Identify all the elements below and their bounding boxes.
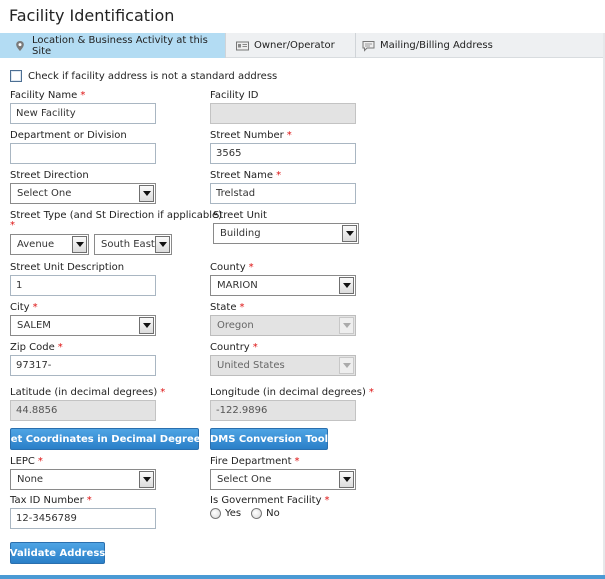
non-standard-address-row: Check if facility address is not a stand… (10, 70, 277, 82)
tax-id-input[interactable]: 12-3456789 (10, 508, 156, 529)
street-direction-select[interactable]: Select One (10, 183, 156, 204)
facility-name-input[interactable]: New Facility (10, 103, 156, 124)
page-title: Facility Identification (9, 6, 175, 25)
select-value: United States (217, 360, 285, 371)
chevron-down-icon[interactable] (339, 277, 354, 294)
street-type-direction-select[interactable]: South East (94, 234, 172, 255)
government-facility-label: Is Government Facility * (210, 495, 330, 506)
select-value: South East (101, 239, 155, 250)
chevron-down-icon[interactable] (72, 236, 87, 253)
department-input[interactable] (10, 143, 156, 164)
latitude-input: 44.8856 (10, 400, 156, 421)
chevron-down-icon[interactable] (139, 317, 154, 334)
street-type-select[interactable]: Avenue (10, 234, 89, 255)
chevron-down-icon[interactable] (339, 471, 354, 488)
lepc-select[interactable]: None (10, 469, 156, 490)
latitude-label: Latitude (in decimal degrees) * (10, 387, 166, 398)
dms-conversion-button[interactable]: DMS Conversion Tool (210, 428, 328, 450)
state-label: State * (210, 302, 245, 313)
select-value: Select One (17, 188, 72, 199)
validate-address-button[interactable]: Validate Address (10, 542, 105, 564)
id-card-icon (236, 40, 249, 52)
city-label: City * (10, 302, 38, 313)
tab-label: Owner/Operator (254, 40, 335, 51)
tab-location-business[interactable]: Location & Business Activity at this Sit… (0, 33, 225, 58)
tab-owner-operator[interactable]: Owner/Operator (226, 33, 355, 58)
select-value: Select One (217, 474, 272, 485)
radio-label-no: No (266, 508, 280, 519)
state-select: Oregon (210, 315, 356, 336)
tab-mailing-billing[interactable]: Mailing/Billing Address (356, 33, 516, 58)
government-facility-radio-group: Yes No (210, 508, 290, 519)
chevron-down-icon[interactable] (139, 185, 154, 202)
zip-code-input[interactable]: 97317- (10, 355, 156, 376)
select-value: SALEM (17, 320, 51, 331)
tax-id-label: Tax ID Number * (10, 495, 92, 506)
speech-bubble-icon (362, 40, 375, 52)
country-select: United States (210, 355, 356, 376)
street-type-label: Street Type (and St Direction if applica… (10, 210, 223, 221)
select-value: Building (220, 228, 261, 239)
street-unit-description-label: Street Unit Description (10, 262, 125, 273)
street-number-input[interactable]: 3565 (210, 143, 356, 164)
chevron-down-icon (339, 357, 354, 374)
street-number-label: Street Number * (210, 130, 292, 141)
select-value: Avenue (17, 239, 55, 250)
bottom-border (0, 575, 605, 579)
select-value: None (17, 474, 44, 485)
longitude-label: Longitude (in decimal degrees) * (210, 387, 374, 398)
street-name-label: Street Name * (210, 170, 282, 181)
location-pin-icon (14, 40, 26, 52)
tab-label: Location & Business Activity at this Sit… (32, 34, 208, 57)
street-type-required-marker: * (10, 220, 15, 231)
facility-id-label: Facility ID (210, 90, 259, 101)
facility-id-input (210, 103, 356, 124)
government-facility-no-radio[interactable] (251, 508, 263, 519)
street-unit-description-input[interactable]: 1 (10, 275, 156, 296)
department-label: Department or Division (10, 130, 127, 141)
tab-label: Mailing/Billing Address (380, 40, 493, 51)
longitude-input: -122.9896 (210, 400, 356, 421)
fire-department-label: Fire Department * (210, 456, 300, 467)
chevron-down-icon[interactable] (155, 236, 170, 253)
facility-name-label: Facility Name * (10, 90, 86, 101)
street-unit-label: Street Unit (213, 210, 267, 221)
select-value: Oregon (217, 320, 254, 331)
zip-code-label: Zip Code * (10, 342, 63, 353)
fire-department-select[interactable]: Select One (210, 469, 356, 490)
chevron-down-icon[interactable] (342, 225, 357, 242)
street-name-input[interactable]: Trelstad (210, 183, 356, 204)
select-value: MARION (217, 280, 258, 291)
tab-bar: Location & Business Activity at this Sit… (0, 33, 605, 58)
country-label: Country * (210, 342, 258, 353)
street-unit-select[interactable]: Building (213, 223, 359, 244)
chevron-down-icon[interactable] (139, 471, 154, 488)
chevron-down-icon (339, 317, 354, 334)
government-facility-yes-radio[interactable] (210, 508, 221, 519)
city-select[interactable]: SALEM (10, 315, 156, 336)
checkbox-label: Check if facility address is not a stand… (28, 70, 278, 82)
county-select[interactable]: MARION (210, 275, 356, 296)
non-standard-address-checkbox[interactable] (10, 70, 22, 82)
radio-label-yes: Yes (225, 508, 242, 519)
lepc-label: LEPC * (10, 456, 43, 467)
county-label: County * (210, 262, 254, 273)
get-coordinates-button[interactable]: Get Coordinates in Decimal Degrees (3, 428, 206, 450)
street-direction-label: Street Direction (10, 170, 89, 181)
